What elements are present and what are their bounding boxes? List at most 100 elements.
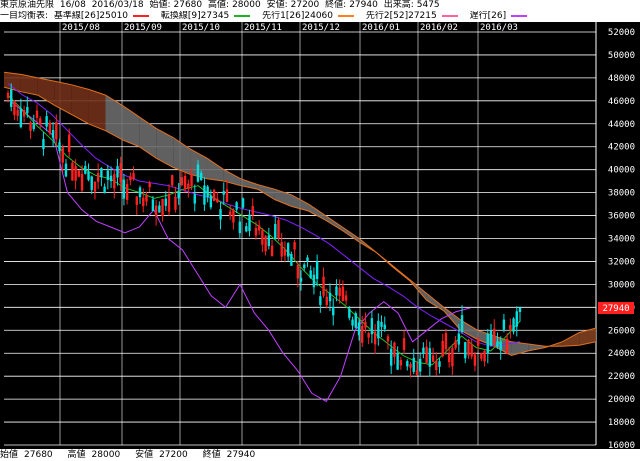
candle-body	[174, 196, 177, 210]
high-label: 高値:	[208, 0, 230, 10]
candle-body	[84, 165, 87, 174]
legend-item-senkou2[interactable]: 先行2[52]27215	[366, 11, 461, 22]
candle-body	[19, 108, 23, 128]
candle-body	[39, 118, 42, 124]
y-tick-label: 18000	[608, 418, 635, 428]
candle-body	[248, 214, 251, 232]
y-tick-label: 20000	[608, 395, 635, 405]
candle-body	[277, 219, 280, 239]
candle-body	[441, 340, 444, 357]
volume-value: 5475	[416, 0, 440, 10]
open-value: 27680	[173, 0, 203, 10]
candle-body	[412, 357, 415, 372]
candle-body	[386, 336, 390, 342]
candle-body	[319, 296, 322, 305]
legend-item-senkou1[interactable]: 先行1[26]24060	[262, 11, 357, 22]
candle-body	[283, 249, 287, 256]
y-tick-label: 36000	[608, 212, 635, 222]
footer-close: 終値 27940	[202, 450, 256, 460]
candle-body	[373, 331, 377, 345]
candle-body	[290, 254, 293, 266]
candle-body	[196, 164, 200, 182]
candle-body	[380, 321, 383, 327]
candle-body	[515, 311, 518, 327]
candle-body	[518, 307, 522, 313]
candle-body	[438, 361, 441, 367]
candle-body	[77, 170, 81, 177]
candle-body	[90, 176, 93, 190]
candle-body	[58, 142, 61, 151]
candle-body	[42, 139, 45, 150]
last-price-tag: 27940	[598, 302, 634, 315]
x-tick-label: 2016/03	[480, 23, 518, 33]
candle-body	[505, 338, 509, 353]
candle-body	[357, 322, 361, 336]
candle-body	[299, 277, 303, 282]
y-tick-label: 40000	[608, 166, 635, 176]
candle-body	[509, 324, 512, 330]
candle-body	[251, 206, 254, 216]
legend-swatch-senkou2	[441, 14, 458, 17]
candle-body	[322, 276, 325, 296]
candle-body	[396, 353, 399, 370]
candle-body	[206, 186, 209, 198]
candle-body	[257, 225, 261, 231]
y-tick-label: 38000	[608, 189, 635, 199]
close-label: 終値:	[325, 0, 347, 10]
x-tick-label: 2015/12	[302, 23, 340, 33]
candle-body	[261, 230, 264, 245]
candle-body	[348, 308, 351, 318]
candle-body	[135, 196, 139, 205]
legend-item-kijun[interactable]: 基準線[26]25010	[54, 11, 152, 22]
candle-body	[209, 195, 213, 208]
y-tick-label: 24000	[608, 349, 635, 359]
candle-body	[177, 192, 180, 199]
candle-body	[119, 163, 122, 183]
candle-body	[502, 319, 506, 330]
indicator-legend: 一目均衡表: 基準線[26]25010 転換線[9]27345 先行1[26]2…	[0, 11, 640, 22]
legend-item-chikou[interactable]: 遅行[26]	[470, 11, 530, 22]
candle-body	[499, 341, 502, 351]
chart-background	[0, 22, 640, 449]
candle-body	[222, 191, 225, 195]
candle-body	[125, 183, 129, 200]
candle-body	[460, 315, 464, 332]
candle-body	[428, 348, 432, 367]
candle-body	[187, 183, 190, 190]
candle-body	[493, 328, 496, 344]
candle-body	[483, 351, 486, 362]
ichimoku-chart[interactable]: 52000 50000 48000 46000 44000 42000 40000 38000…	[0, 22, 640, 449]
x-tick-label: 2015/08	[62, 23, 100, 33]
candle-body	[16, 109, 19, 116]
legend-swatch-senkou1	[338, 14, 355, 17]
high-value: 28000	[232, 0, 261, 10]
candle-body	[354, 313, 357, 328]
candle-body	[422, 347, 425, 354]
candle-body	[296, 264, 300, 279]
y-tick-label: 30000	[608, 280, 635, 290]
candle-body	[167, 194, 171, 212]
footer-open: 始値 27680	[0, 450, 53, 460]
low-label: 安値:	[266, 0, 288, 10]
candle-body	[190, 174, 193, 186]
candle-body	[203, 185, 206, 205]
candle-body	[406, 361, 409, 367]
candle-body	[212, 189, 216, 202]
candle-body	[328, 292, 332, 302]
quote-date: 2016/03/18	[91, 0, 144, 10]
y-tick-label: 52000	[608, 28, 635, 38]
quote-header: 東京原油先限 16/08 2016/03/18 始値: 27680 高値: 2800…	[0, 0, 640, 11]
close-value: 27940	[349, 0, 378, 10]
candle-body	[48, 122, 52, 134]
candle-body	[219, 209, 222, 220]
candle-body	[148, 182, 151, 188]
legend-item-tenkan[interactable]: 転換線[9]27345	[161, 11, 253, 22]
candle-body	[332, 306, 335, 316]
candle-body	[303, 264, 306, 269]
last-price-value: 27940	[602, 304, 629, 314]
y-tick-label: 22000	[608, 372, 635, 382]
y-tick-label: 46000	[608, 97, 635, 107]
x-tick-label: 2015/10	[182, 23, 220, 33]
candle-body	[32, 124, 35, 130]
candle-body	[470, 344, 473, 357]
